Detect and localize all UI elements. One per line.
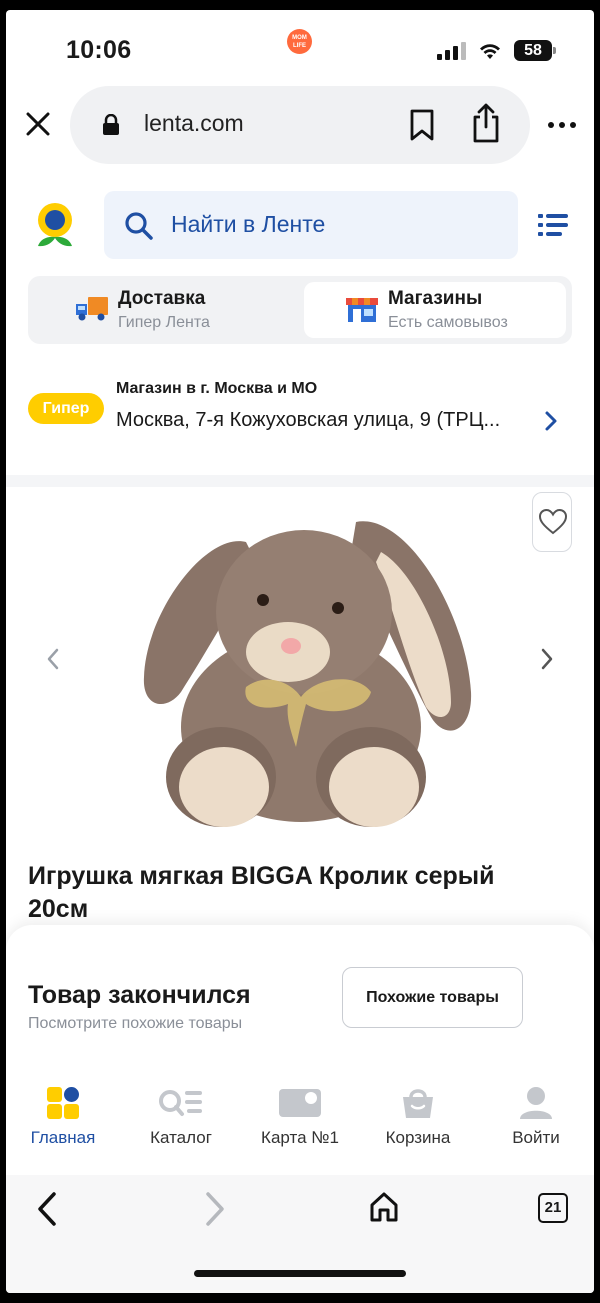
- tab-delivery-subtitle: Гипер Лента: [118, 314, 210, 331]
- nav-catalog[interactable]: Каталог: [126, 1080, 236, 1170]
- bottom-navigation: Главная Каталог Карта №1 Корзина Войти: [6, 1080, 594, 1170]
- nav-card-label: Карта №1: [261, 1128, 339, 1147]
- cellular-signal-icon: [437, 42, 467, 60]
- browser-home-icon[interactable]: [368, 1191, 400, 1223]
- nav-home[interactable]: Главная: [8, 1080, 118, 1170]
- share-icon[interactable]: [469, 102, 503, 144]
- store-icon: [346, 298, 378, 322]
- more-options-icon[interactable]: [547, 120, 577, 130]
- product-title: Игрушка мягкая BIGGA Кролик серый 20см: [28, 862, 495, 923]
- nav-login-label: Войти: [512, 1128, 560, 1147]
- address-bar[interactable]: lenta.com: [70, 86, 530, 164]
- delivery-mode-switch: Доставка Гипер Лента Магазины Есть самов…: [28, 276, 572, 344]
- browser-toolbar: 21: [6, 1175, 594, 1293]
- basket-icon: [403, 1089, 433, 1118]
- favorite-button[interactable]: [532, 492, 572, 552]
- nav-login[interactable]: Войти: [481, 1080, 591, 1170]
- browser-forward-icon[interactable]: [204, 1191, 226, 1227]
- browser-back-icon[interactable]: [36, 1191, 58, 1227]
- menu-list-icon[interactable]: [538, 214, 568, 236]
- home-tiles-icon: [47, 1087, 79, 1119]
- wifi-icon: [480, 44, 500, 59]
- store-region: Магазин в г. Москва и МО: [116, 380, 318, 397]
- heart-icon: [538, 508, 568, 535]
- nav-catalog-label: Каталог: [150, 1128, 212, 1147]
- battery-indicator: 58: [514, 40, 556, 61]
- product-image: [143, 521, 472, 827]
- tab-stores[interactable]: Магазины Есть самовывоз: [304, 282, 566, 338]
- momlife-app-icon: MOM LIFE: [287, 29, 312, 54]
- status-bar: 10:06 MOM LIFE 58: [6, 10, 594, 80]
- search-placeholder: Найти в Ленте: [171, 211, 326, 237]
- search-icon: [125, 212, 153, 240]
- home-indicator: [194, 1270, 406, 1277]
- bookmark-icon[interactable]: [408, 108, 436, 142]
- loyalty-card-icon: [279, 1089, 321, 1117]
- out-of-stock-title: Товар закончился: [28, 981, 251, 1009]
- similar-products-button[interactable]: Похожие товары: [342, 967, 523, 1028]
- gallery-next-icon[interactable]: [540, 647, 554, 671]
- chevron-right-icon: [545, 411, 557, 431]
- store-address: Москва, 7-я Кожуховская улица, 9 (ТРЦ...: [116, 409, 501, 431]
- nav-basket-label: Корзина: [385, 1128, 451, 1147]
- gallery-prev-icon[interactable]: [46, 647, 60, 671]
- phone-screen: 10:06 MOM LIFE 58 lenta.com Найти в Лент…: [6, 10, 594, 1293]
- delivery-truck-icon: [76, 297, 108, 321]
- nav-home-label: Главная: [30, 1128, 96, 1147]
- tab-stores-title: Магазины: [388, 288, 483, 309]
- store-type-badge: Гипер: [28, 393, 104, 424]
- tab-delivery-title: Доставка: [118, 288, 206, 309]
- tab-delivery[interactable]: Доставка Гипер Лента: [34, 282, 296, 338]
- search-input[interactable]: Найти в Ленте: [104, 191, 518, 259]
- tab-stores-subtitle: Есть самовывоз: [388, 314, 508, 331]
- section-divider: [6, 475, 594, 487]
- lenta-logo-icon[interactable]: [32, 200, 78, 252]
- out-of-stock-subtitle: Посмотрите похожие товары: [28, 1015, 243, 1032]
- status-time: 10:06: [66, 36, 132, 64]
- url-text: lenta.com: [144, 110, 244, 136]
- lock-icon: [103, 114, 119, 135]
- close-icon[interactable]: [24, 110, 52, 138]
- user-icon: [520, 1087, 552, 1119]
- nav-card[interactable]: Карта №1: [245, 1080, 355, 1170]
- nav-basket[interactable]: Корзина: [363, 1080, 473, 1170]
- browser-tabs-button[interactable]: 21: [538, 1193, 568, 1223]
- catalog-icon: [159, 1090, 202, 1116]
